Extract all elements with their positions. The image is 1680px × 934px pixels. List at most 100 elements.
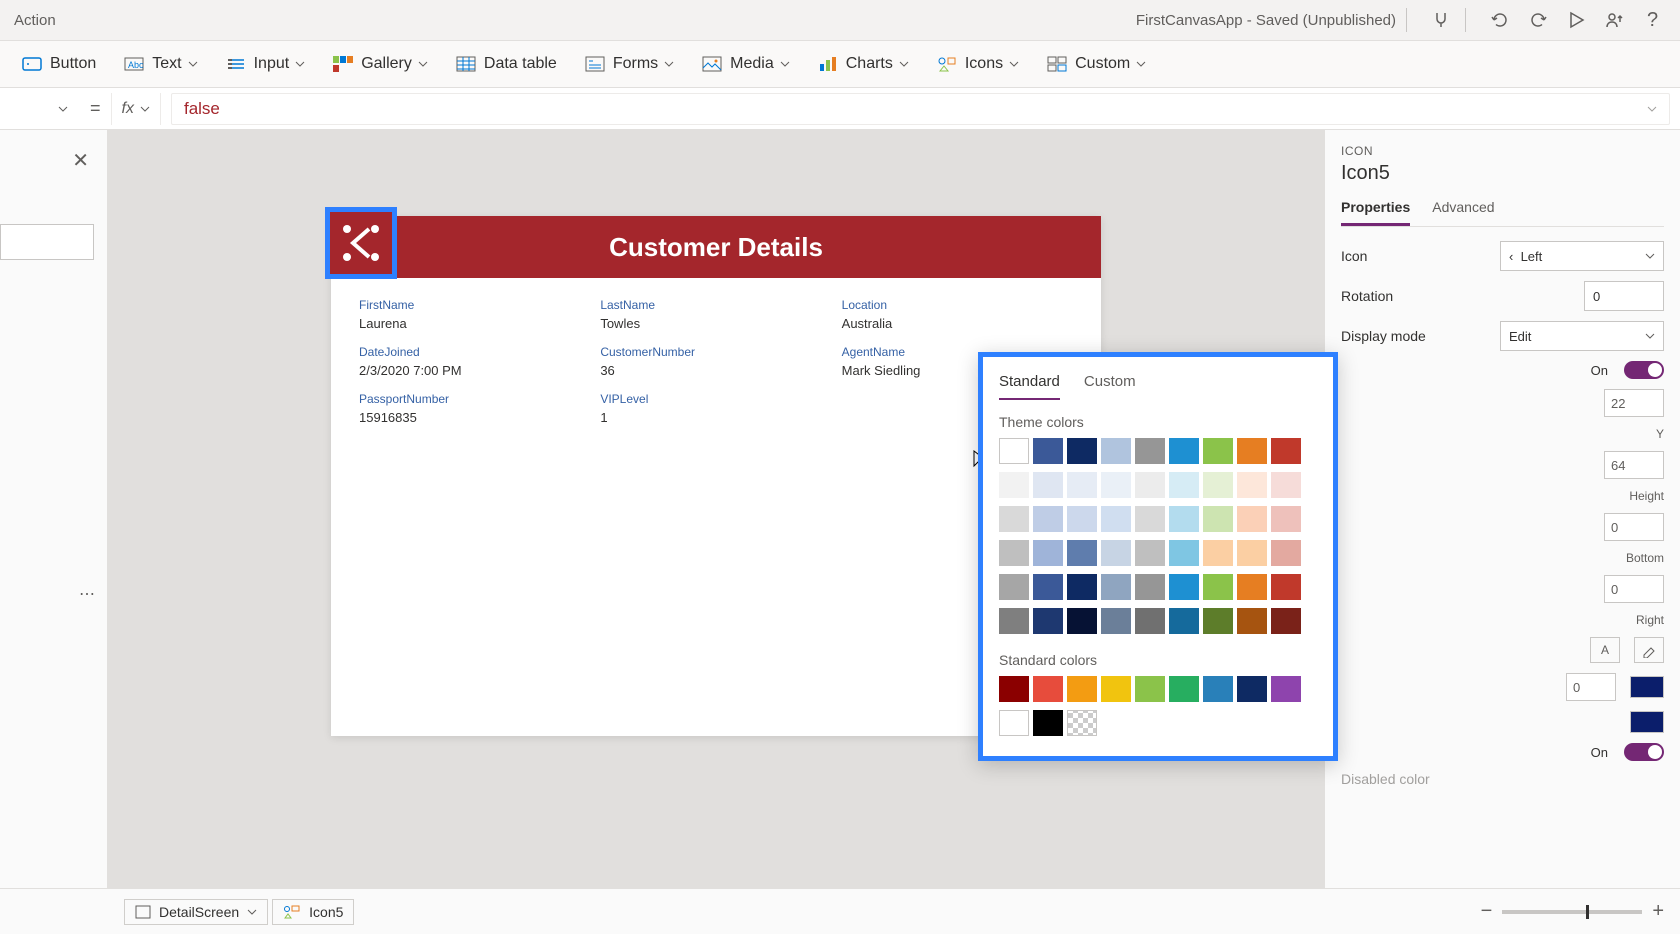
color-swatch[interactable] bbox=[1237, 506, 1267, 532]
zoom-in-icon[interactable]: + bbox=[1652, 900, 1664, 923]
redo-icon[interactable] bbox=[1524, 8, 1552, 32]
color-swatch[interactable] bbox=[1033, 574, 1063, 600]
color-swatch[interactable] bbox=[1101, 574, 1131, 600]
color-swatch[interactable] bbox=[1203, 608, 1233, 634]
color-swatch[interactable] bbox=[1135, 676, 1165, 702]
color-swatch[interactable] bbox=[1203, 472, 1233, 498]
insert-media[interactable]: Media bbox=[692, 46, 800, 82]
color-swatch[interactable] bbox=[1271, 574, 1301, 600]
color-swatch[interactable] bbox=[1271, 438, 1301, 464]
insert-custom[interactable]: Custom bbox=[1037, 46, 1156, 82]
color-swatch[interactable] bbox=[1169, 676, 1199, 702]
insert-gallery[interactable]: Gallery bbox=[323, 46, 438, 82]
color-swatch[interactable] bbox=[1169, 574, 1199, 600]
color-swatch[interactable] bbox=[1203, 506, 1233, 532]
insert-icons[interactable]: Icons bbox=[927, 46, 1029, 82]
insert-datatable[interactable]: Data table bbox=[446, 46, 567, 82]
color-swatch[interactable] bbox=[999, 574, 1029, 600]
formula-input[interactable]: false bbox=[171, 93, 1670, 125]
color-swatch[interactable] bbox=[1203, 438, 1233, 464]
color-swatch[interactable] bbox=[1169, 608, 1199, 634]
color-swatch[interactable] bbox=[1101, 676, 1131, 702]
color-swatch[interactable] bbox=[1237, 438, 1267, 464]
color-swatch[interactable] bbox=[1067, 506, 1097, 532]
color-swatch[interactable] bbox=[999, 438, 1029, 464]
color-swatch[interactable] bbox=[1067, 608, 1097, 634]
height-val-input[interactable]: 64 bbox=[1604, 451, 1664, 479]
color-swatch[interactable] bbox=[1067, 710, 1097, 736]
color-swatch[interactable] bbox=[1203, 574, 1233, 600]
color-swatch[interactable] bbox=[1033, 438, 1063, 464]
color-swatch[interactable] bbox=[1237, 676, 1267, 702]
color-swatch[interactable] bbox=[1067, 676, 1097, 702]
color-swatch[interactable] bbox=[1033, 676, 1063, 702]
property-dropdown[interactable] bbox=[0, 93, 80, 125]
more-options-icon[interactable]: ⋯ bbox=[79, 584, 95, 604]
color-swatch[interactable] bbox=[1630, 676, 1664, 698]
color-swatch[interactable] bbox=[1067, 540, 1097, 566]
color-swatch[interactable] bbox=[1237, 540, 1267, 566]
insert-charts[interactable]: Charts bbox=[808, 46, 919, 82]
insert-forms[interactable]: Forms bbox=[575, 46, 684, 82]
color-swatch[interactable] bbox=[1271, 676, 1301, 702]
color-swatch[interactable] bbox=[999, 540, 1029, 566]
color-swatch[interactable] bbox=[1271, 608, 1301, 634]
close-panel-icon[interactable]: ✕ bbox=[72, 148, 89, 173]
padding-right-input[interactable]: 0 bbox=[1604, 575, 1664, 603]
insert-button[interactable]: Button bbox=[12, 46, 106, 82]
tab-advanced[interactable]: Advanced bbox=[1432, 199, 1494, 226]
color-swatch[interactable] bbox=[1630, 711, 1664, 733]
padding-bottom-input[interactable]: 0 bbox=[1604, 513, 1664, 541]
insert-text[interactable]: AbcText bbox=[114, 46, 207, 82]
help-icon[interactable]: ? bbox=[1638, 8, 1666, 32]
color-swatch[interactable] bbox=[1237, 472, 1267, 498]
color-swatch[interactable] bbox=[1067, 574, 1097, 600]
insert-input[interactable]: Input bbox=[216, 46, 316, 82]
displaymode-dropdown[interactable]: Edit bbox=[1500, 321, 1664, 351]
tree-search-input[interactable] bbox=[0, 224, 94, 260]
color-picker-tool-icon[interactable] bbox=[1634, 637, 1664, 663]
breadcrumb-screen[interactable]: DetailScreen bbox=[124, 899, 268, 925]
font-a-button[interactable]: A bbox=[1590, 637, 1620, 663]
color-swatch[interactable] bbox=[1101, 472, 1131, 498]
color-swatch[interactable] bbox=[1203, 540, 1233, 566]
color-swatch[interactable] bbox=[999, 506, 1029, 532]
color-swatch[interactable] bbox=[999, 608, 1029, 634]
color-swatch[interactable] bbox=[1169, 438, 1199, 464]
rotation-input[interactable]: 0 bbox=[1584, 281, 1664, 311]
icon-type-dropdown[interactable]: ‹ Left bbox=[1500, 241, 1664, 271]
color-swatch[interactable] bbox=[1135, 506, 1165, 532]
color-swatch[interactable] bbox=[1135, 540, 1165, 566]
color-swatch[interactable] bbox=[1033, 506, 1063, 532]
tab-properties[interactable]: Properties bbox=[1341, 199, 1410, 226]
share-icon[interactable] bbox=[1600, 8, 1628, 32]
color-swatch[interactable] bbox=[1067, 438, 1097, 464]
color-swatch[interactable] bbox=[1101, 608, 1131, 634]
color-swatch[interactable] bbox=[1237, 574, 1267, 600]
x-input[interactable]: 22 bbox=[1604, 389, 1664, 417]
toggle-2[interactable] bbox=[1624, 743, 1664, 761]
fx-button[interactable]: fx bbox=[111, 93, 161, 125]
color-swatch[interactable] bbox=[1135, 608, 1165, 634]
color-swatch[interactable] bbox=[1271, 472, 1301, 498]
color-swatch[interactable] bbox=[999, 472, 1029, 498]
color-swatch[interactable] bbox=[1271, 506, 1301, 532]
menu-action[interactable]: Action bbox=[14, 12, 56, 29]
color-swatch[interactable] bbox=[1169, 472, 1199, 498]
color-swatch[interactable] bbox=[1033, 472, 1063, 498]
breadcrumb-selection[interactable]: Icon5 bbox=[272, 899, 354, 925]
color-swatch[interactable] bbox=[1237, 608, 1267, 634]
color-swatch[interactable] bbox=[1033, 608, 1063, 634]
color-swatch[interactable] bbox=[1135, 472, 1165, 498]
color-swatch[interactable] bbox=[1033, 710, 1063, 736]
color-swatch[interactable] bbox=[1203, 676, 1233, 702]
color-swatch[interactable] bbox=[999, 676, 1029, 702]
color-swatch[interactable] bbox=[1135, 438, 1165, 464]
back-icon-selected[interactable] bbox=[325, 207, 397, 279]
undo-icon[interactable] bbox=[1486, 8, 1514, 32]
color-swatch[interactable] bbox=[1101, 540, 1131, 566]
numeric-input[interactable]: 0 bbox=[1566, 673, 1616, 701]
zoom-out-icon[interactable]: − bbox=[1481, 900, 1493, 923]
zoom-slider[interactable] bbox=[1502, 910, 1642, 914]
play-icon[interactable] bbox=[1562, 8, 1590, 32]
